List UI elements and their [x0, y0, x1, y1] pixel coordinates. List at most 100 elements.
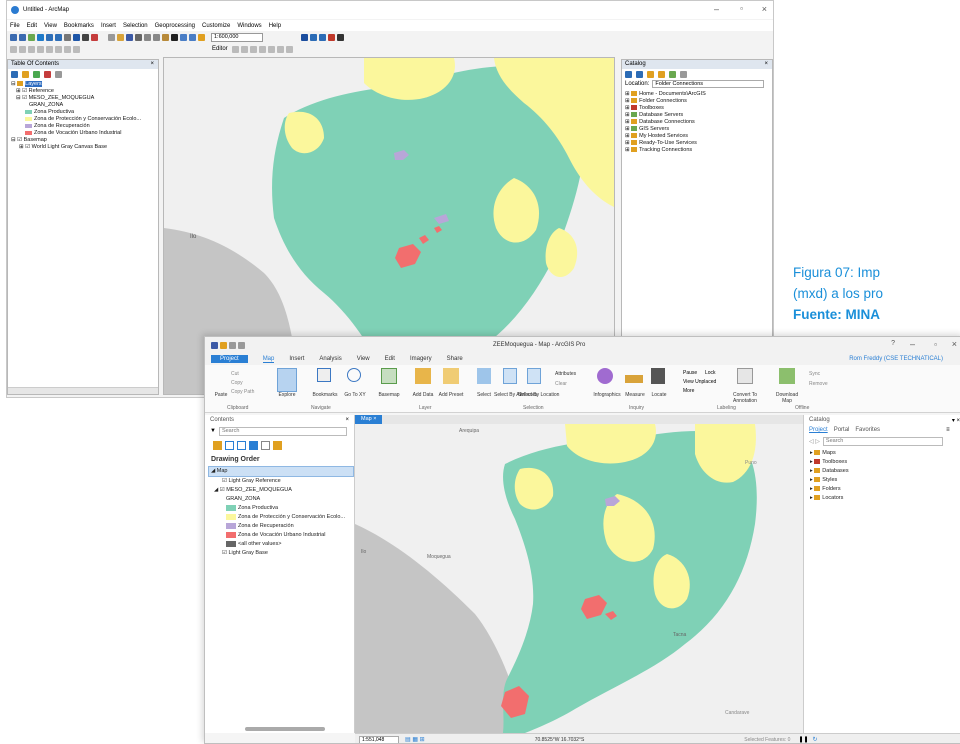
ribbon-copy[interactable]: Copy: [231, 380, 243, 386]
minimize-icon[interactable]: –: [714, 4, 719, 14]
toc-scrollbar[interactable]: [8, 387, 158, 394]
status-selected-features[interactable]: Selected Features: 0: [744, 737, 790, 743]
toc-item-layers[interactable]: ⊟ Layers: [11, 81, 158, 88]
tab-analysis[interactable]: Analysis: [319, 356, 341, 362]
sketch-props-icon[interactable]: [73, 45, 80, 53]
edit-tool-icon[interactable]: [231, 45, 239, 53]
download-map-icon[interactable]: [779, 368, 795, 384]
list-by-selection-icon[interactable]: [237, 440, 246, 450]
select-attributes-icon[interactable]: [503, 368, 517, 384]
menu-customize[interactable]: Customize: [202, 23, 230, 29]
menu-geoprocessing[interactable]: Geoprocessing: [155, 23, 195, 29]
toc-close-icon[interactable]: ×: [150, 60, 154, 69]
select-icon[interactable]: [477, 368, 491, 384]
list-by-visibility-icon[interactable]: [33, 70, 40, 78]
toc-options-icon[interactable]: [55, 70, 62, 78]
ribbon-download-map[interactable]: Download Map: [771, 392, 803, 404]
editor-menu[interactable]: Editor: [212, 46, 228, 52]
point-icon[interactable]: [267, 45, 275, 53]
status-scale-combobox[interactable]: 1:551,048: [359, 735, 399, 743]
search-window-icon[interactable]: [319, 33, 326, 41]
select-location-icon[interactable]: [527, 368, 541, 384]
rotate-icon[interactable]: [37, 45, 44, 53]
contents-item-map[interactable]: ◢ Map: [208, 466, 354, 477]
list-by-drawing-order-icon[interactable]: [11, 70, 18, 78]
open-icon[interactable]: [117, 33, 124, 41]
pro-catalog-item-maps[interactable]: ▸ Maps: [810, 449, 960, 458]
save-icon[interactable]: [126, 33, 133, 41]
pro-catalog-item-styles[interactable]: ▸ Styles: [810, 476, 960, 485]
catalog-menu-icon[interactable]: ≡: [946, 427, 950, 433]
list-by-labeling-icon[interactable]: [273, 440, 282, 450]
catalog-item-toolboxes[interactable]: ⊞ Toolboxes: [625, 105, 772, 112]
pan-icon[interactable]: [28, 33, 35, 41]
menu-edit[interactable]: Edit: [27, 23, 37, 29]
contents-item-light-gray-reference[interactable]: ☑ Light Gray Reference: [208, 477, 354, 486]
catalog-toggle-icon[interactable]: [669, 70, 676, 78]
menu-help[interactable]: Help: [269, 23, 281, 29]
menu-insert[interactable]: Insert: [101, 23, 116, 29]
maximize-icon[interactable]: ▫: [740, 4, 743, 13]
ribbon-goto-xy[interactable]: Go To XY: [339, 392, 371, 398]
catalog-item-tracking[interactable]: ⊞ Tracking Connections: [625, 147, 772, 154]
find-icon[interactable]: [82, 33, 89, 41]
ribbon-remove[interactable]: Remove: [809, 381, 828, 387]
catalog-views-icon[interactable]: [680, 70, 687, 78]
select-icon[interactable]: [64, 33, 71, 41]
catalog-home-icon[interactable]: [647, 70, 654, 78]
ribbon-copy-path[interactable]: Copy Path: [231, 389, 254, 395]
toc-item-world-light-gray[interactable]: ⊞ ☑ World Light Gray Canvas Base: [11, 144, 158, 151]
full-extent-icon[interactable]: [37, 33, 44, 41]
ribbon-cut[interactable]: Cut: [231, 371, 239, 377]
ribbon-convert-annotation[interactable]: Convert To Annotation: [729, 392, 761, 404]
list-by-editing-icon[interactable]: [249, 440, 258, 450]
contents-scrollbar[interactable]: [245, 727, 325, 731]
catalog-up-icon[interactable]: [636, 70, 643, 78]
basemap-icon[interactable]: [381, 368, 397, 384]
print-icon[interactable]: [135, 33, 142, 41]
catalog-window-icon[interactable]: [310, 33, 317, 41]
copy-icon[interactable]: [153, 33, 160, 41]
identify-icon[interactable]: [73, 33, 80, 41]
catalog-tab-favorites[interactable]: Favorites: [855, 427, 880, 433]
measure-icon[interactable]: [91, 33, 98, 41]
status-refresh-icon[interactable]: ↻: [813, 736, 818, 743]
ribbon-more[interactable]: More: [683, 388, 694, 394]
menu-selection[interactable]: Selection: [123, 23, 148, 29]
ribbon-attributes[interactable]: Attributes: [555, 371, 576, 377]
pro-undo-icon[interactable]: [229, 341, 236, 349]
ribbon-basemap[interactable]: Basemap: [373, 392, 405, 398]
tab-insert[interactable]: Insert: [289, 356, 304, 362]
menu-bookmarks[interactable]: Bookmarks: [64, 23, 94, 29]
editor-toolbar-icon[interactable]: [301, 33, 308, 41]
pro-catalog-search-input[interactable]: Search: [822, 436, 943, 446]
locate-icon[interactable]: [651, 368, 665, 384]
tab-project[interactable]: Project: [211, 355, 248, 363]
arctoolbox-icon[interactable]: [328, 33, 335, 41]
back-icon[interactable]: [46, 33, 53, 41]
catalog-item-folder-connections[interactable]: ⊞ Folder Connections: [625, 98, 772, 105]
tab-share[interactable]: Share: [447, 356, 463, 362]
new-icon[interactable]: [108, 33, 115, 41]
list-by-source-icon[interactable]: [22, 70, 29, 78]
status-view-icons[interactable]: ▤ ▦ ⊞: [405, 736, 425, 743]
ribbon-clear[interactable]: Clear: [555, 381, 567, 387]
close-icon[interactable]: ×: [762, 4, 767, 14]
vertex-icon[interactable]: [19, 45, 26, 53]
pro-open-icon[interactable]: [220, 341, 227, 349]
pro-user[interactable]: Rom Freddy (CSE TECHNATICAL): [849, 356, 943, 362]
pro-catalog-item-folders[interactable]: ▸ Folders: [810, 485, 960, 494]
sketch-icon[interactable]: [10, 45, 17, 53]
pro-close-icon[interactable]: ×: [952, 339, 957, 349]
cut-icon[interactable]: [144, 33, 151, 41]
contents-item-meso-zee[interactable]: ◢ ☑ MESO_ZEE_MOQUEGUA: [208, 486, 354, 495]
infographics-icon[interactable]: [597, 368, 613, 384]
catalog-item-ready-to-use[interactable]: ⊞ Ready-To-Use Services: [625, 140, 772, 147]
measure-icon[interactable]: [625, 375, 643, 383]
convert-annotation-icon[interactable]: [737, 368, 753, 384]
pro-catalog-item-toolboxes[interactable]: ▸ Toolboxes: [810, 458, 960, 467]
zoom-in-icon[interactable]: [10, 33, 17, 41]
list-by-snapping-icon[interactable]: [261, 440, 270, 450]
catalog-tab-project[interactable]: Project: [809, 427, 828, 433]
catalog-back-icon[interactable]: [625, 70, 632, 78]
